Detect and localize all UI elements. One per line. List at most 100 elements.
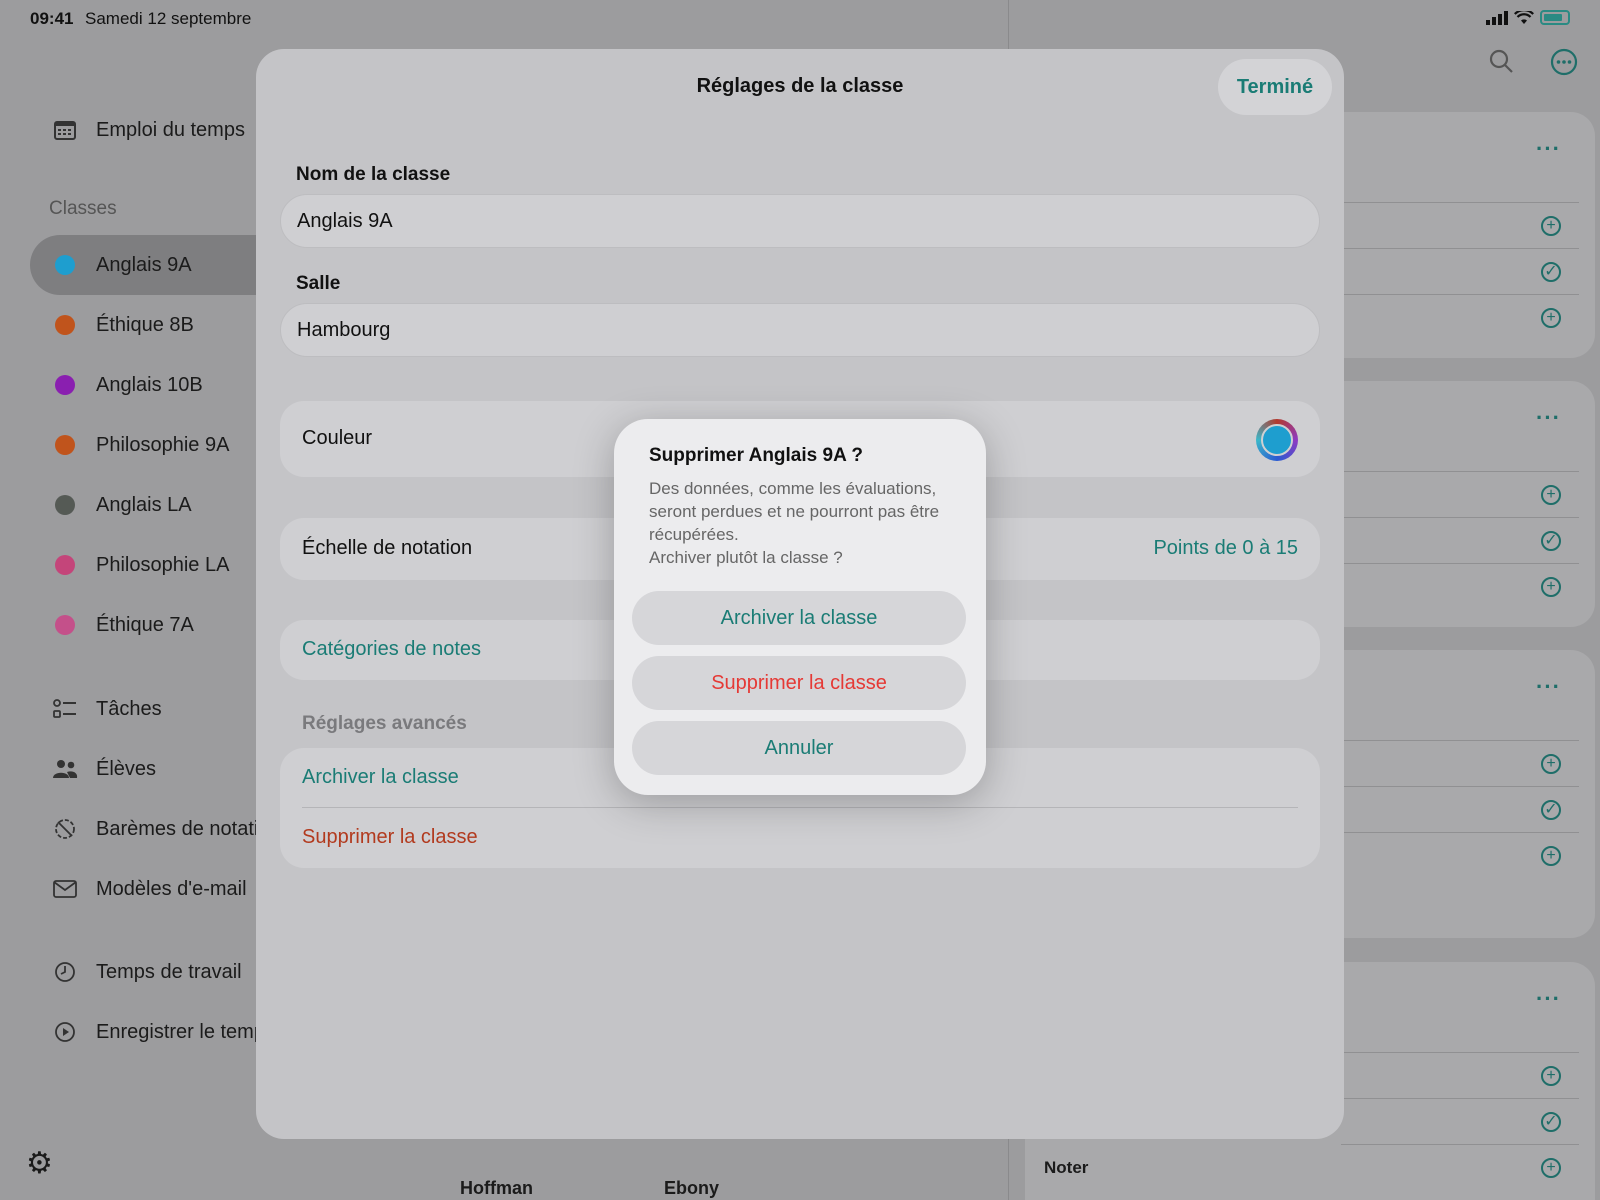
- color-label: Couleur: [302, 427, 373, 449]
- divider: [1341, 563, 1579, 564]
- check-circle-icon[interactable]: ✓: [1541, 531, 1561, 551]
- class-color-dot: [55, 375, 75, 395]
- done-button[interactable]: Terminé: [1218, 59, 1332, 115]
- student-name: Hoffman: [460, 1178, 533, 1198]
- grading-scale-icon: [52, 818, 78, 840]
- divider: [1341, 1144, 1579, 1145]
- sidebar-item-label: Anglais 10B: [96, 373, 203, 396]
- divider: [1341, 202, 1579, 203]
- room-label: Salle: [296, 273, 341, 294]
- sidebar-item-label: Philosophie 9A: [96, 433, 230, 456]
- sidebar-item-students[interactable]: Élèves: [52, 749, 156, 789]
- ellipsis-icon[interactable]: ···: [1536, 405, 1561, 431]
- ellipsis-icon[interactable]: ···: [1536, 136, 1561, 162]
- divider: [1341, 471, 1579, 472]
- settings-gear-icon[interactable]: ⚙: [26, 1146, 53, 1181]
- plus-circle-icon[interactable]: +: [1541, 1158, 1561, 1178]
- sidebar-item-work-time[interactable]: Temps de travail: [52, 952, 242, 992]
- class-color-dot: [55, 615, 75, 635]
- check-circle-icon[interactable]: ✓: [1541, 1112, 1561, 1132]
- advanced-settings-heading: Réglages avancés: [302, 713, 467, 734]
- plus-circle-icon[interactable]: +: [1541, 754, 1561, 774]
- divider: [1341, 832, 1579, 833]
- sidebar-item-label: Anglais LA: [96, 493, 192, 516]
- sidebar-item-label: Éthique 8B: [96, 313, 194, 336]
- plus-circle-icon[interactable]: +: [1541, 485, 1561, 505]
- sidebar-class-anglais-9a[interactable]: Anglais 9A: [52, 245, 192, 285]
- divider: [302, 807, 1298, 808]
- sidebar: Emploi du temps Classes Anglais 9A Éthiq…: [0, 38, 270, 1200]
- sidebar-item-label: Temps de travail: [96, 960, 242, 983]
- divider: [1341, 740, 1579, 741]
- task-list-icon: [52, 699, 78, 719]
- status-time: 09:41: [30, 9, 74, 28]
- plus-circle-icon[interactable]: +: [1541, 577, 1561, 597]
- ellipsis-icon[interactable]: ···: [1536, 986, 1561, 1012]
- room-field[interactable]: Hambourg: [280, 303, 1320, 357]
- sidebar-item-email-templates[interactable]: Modèles d'e-mail: [52, 869, 247, 909]
- sidebar-class-ethique-8b[interactable]: Éthique 8B: [52, 305, 194, 345]
- sidebar-item-tasks[interactable]: Tâches: [52, 689, 162, 729]
- sidebar-item-label: Élèves: [96, 757, 157, 780]
- people-icon: [52, 759, 78, 779]
- student-name: Ebony: [664, 1178, 720, 1198]
- divider: [1341, 294, 1579, 295]
- sidebar-class-anglais-10b[interactable]: Anglais 10B: [52, 365, 203, 405]
- divider: [1341, 786, 1579, 787]
- sheet-title: Réglages de la classe: [696, 75, 904, 97]
- check-circle-icon[interactable]: ✓: [1541, 262, 1561, 282]
- selected-color: [1261, 424, 1293, 456]
- sidebar-item-label: Tâches: [96, 697, 162, 720]
- clock-icon: [52, 961, 78, 983]
- divider: [1341, 248, 1579, 249]
- grading-scale-label: Échelle de notation: [302, 537, 473, 559]
- class-color-dot: [55, 315, 75, 335]
- more-options-icon[interactable]: [1550, 48, 1578, 83]
- sidebar-item-grading-scales[interactable]: Barèmes de notati: [52, 809, 258, 849]
- sidebar-item-label: Philosophie LA: [96, 553, 230, 576]
- ellipsis-icon[interactable]: ···: [1536, 674, 1561, 700]
- play-circle-icon: [52, 1021, 78, 1043]
- sidebar-item-record-time[interactable]: Enregistrer le temp: [52, 1012, 265, 1052]
- divider: [1341, 1052, 1579, 1053]
- sidebar-class-philosophie-9a[interactable]: Philosophie 9A: [52, 425, 229, 465]
- grade-categories-label: Catégories de notes: [302, 638, 482, 660]
- sidebar-item-label: Anglais 9A: [96, 253, 192, 276]
- sidebar-item-label: Enregistrer le temp: [96, 1020, 265, 1043]
- plus-circle-icon[interactable]: +: [1541, 1066, 1561, 1086]
- search-icon[interactable]: [1488, 48, 1514, 83]
- class-name-field[interactable]: Anglais 9A: [280, 194, 1320, 248]
- color-picker-swatch[interactable]: [1256, 419, 1298, 461]
- archive-class-button[interactable]: Archiver la classe: [632, 591, 966, 645]
- sidebar-class-anglais-la[interactable]: Anglais LA: [52, 485, 192, 525]
- archive-class-link[interactable]: Archiver la classe: [302, 766, 459, 789]
- divider: [1341, 517, 1579, 518]
- grade-row-label: Noter: [1044, 1158, 1089, 1177]
- class-color-dot: [55, 555, 75, 575]
- calendar-icon: [52, 120, 78, 140]
- sidebar-class-ethique-7a[interactable]: Éthique 7A: [52, 605, 194, 645]
- sidebar-item-label: Emploi du temps: [96, 118, 245, 141]
- divider: [1341, 1098, 1579, 1099]
- cancel-button[interactable]: Annuler: [632, 721, 966, 775]
- status-date: Samedi 12 septembre: [85, 9, 252, 28]
- sidebar-item-label: Éthique 7A: [96, 613, 194, 636]
- envelope-icon: [52, 880, 78, 898]
- alert-title: Supprimer Anglais 9A ?: [649, 445, 863, 466]
- sidebar-item-schedule[interactable]: Emploi du temps: [52, 110, 245, 150]
- sidebar-class-philosophie-la[interactable]: Philosophie LA: [52, 545, 229, 585]
- delete-class-button[interactable]: Supprimer la classe: [632, 656, 966, 710]
- delete-confirmation-alert: Supprimer Anglais 9A ? Des données, comm…: [614, 419, 986, 795]
- sidebar-item-label: Modèles d'e-mail: [96, 877, 247, 900]
- plus-circle-icon[interactable]: +: [1541, 216, 1561, 236]
- plus-circle-icon[interactable]: +: [1541, 846, 1561, 866]
- alert-message: Des données, comme les évaluations, sero…: [649, 479, 940, 567]
- class-color-dot: [55, 255, 75, 275]
- class-color-dot: [55, 435, 75, 455]
- delete-class-link[interactable]: Supprimer la classe: [302, 826, 478, 849]
- classes-heading: Classes: [49, 198, 117, 219]
- grading-scale-value: Points de 0 à 15: [1153, 537, 1298, 559]
- check-circle-icon[interactable]: ✓: [1541, 800, 1561, 820]
- plus-circle-icon[interactable]: +: [1541, 308, 1561, 328]
- class-color-dot: [55, 495, 75, 515]
